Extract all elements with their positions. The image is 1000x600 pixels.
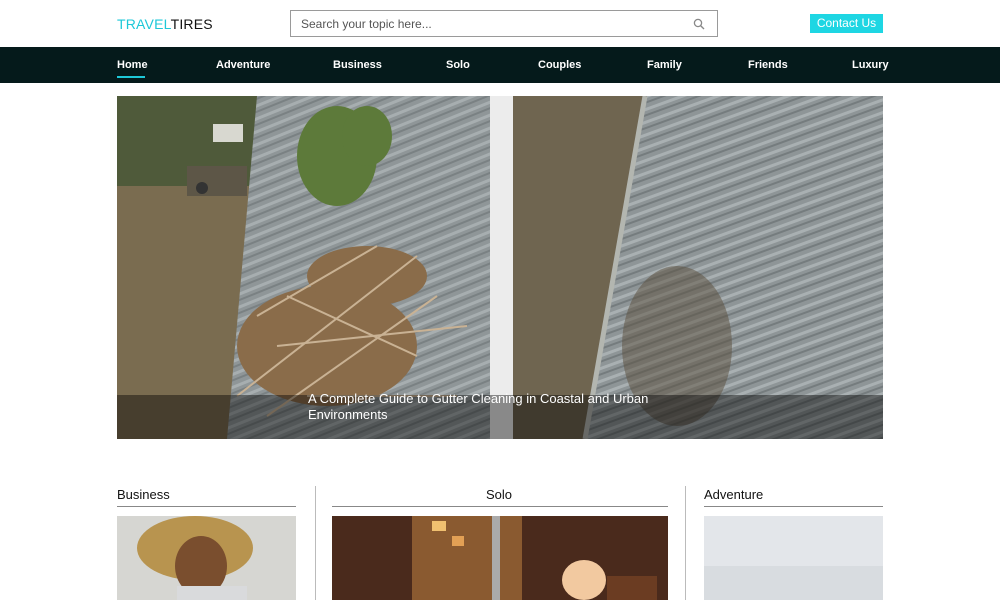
column-divider — [315, 486, 316, 600]
column-divider — [685, 486, 686, 600]
nav-item-family[interactable]: Family — [647, 59, 682, 71]
search-icon[interactable] — [693, 18, 705, 30]
nav-item-solo[interactable]: Solo — [446, 59, 470, 71]
hero-image — [117, 96, 883, 439]
section-title-adventure[interactable]: Adventure — [704, 487, 763, 502]
section-rule — [117, 506, 296, 507]
solo-card-image[interactable] — [332, 516, 668, 600]
search-input[interactable] — [291, 11, 671, 36]
adventure-card-image[interactable] — [704, 516, 883, 600]
site-logo[interactable]: TRAVELTIRES — [117, 16, 213, 32]
main-nav: Home Adventure Business Solo Couples Fam… — [0, 47, 1000, 83]
logo-travel: TRAVEL — [117, 16, 171, 32]
section-rule — [704, 506, 883, 507]
site-header: TRAVELTIRES Contact Us — [0, 0, 1000, 47]
hero-caption[interactable]: A Complete Guide to Gutter Cleaning in C… — [308, 391, 708, 423]
logo-tires: TIRES — [170, 16, 213, 32]
nav-item-business[interactable]: Business — [333, 59, 382, 71]
contact-us-button[interactable]: Contact Us — [810, 14, 883, 33]
hero-featured-post[interactable]: A Complete Guide to Gutter Cleaning in C… — [117, 96, 883, 439]
nav-item-home[interactable]: Home — [117, 59, 148, 71]
nav-item-adventure[interactable]: Adventure — [216, 59, 270, 71]
nav-item-luxury[interactable]: Luxury — [852, 59, 889, 71]
nav-item-friends[interactable]: Friends — [748, 59, 788, 71]
business-card-image[interactable] — [117, 516, 296, 600]
section-rule — [332, 506, 668, 507]
nav-item-couples[interactable]: Couples — [538, 59, 581, 71]
section-title-business[interactable]: Business — [117, 487, 170, 502]
search-box — [290, 10, 718, 37]
nav-active-indicator — [117, 76, 145, 78]
section-title-solo[interactable]: Solo — [486, 487, 512, 502]
